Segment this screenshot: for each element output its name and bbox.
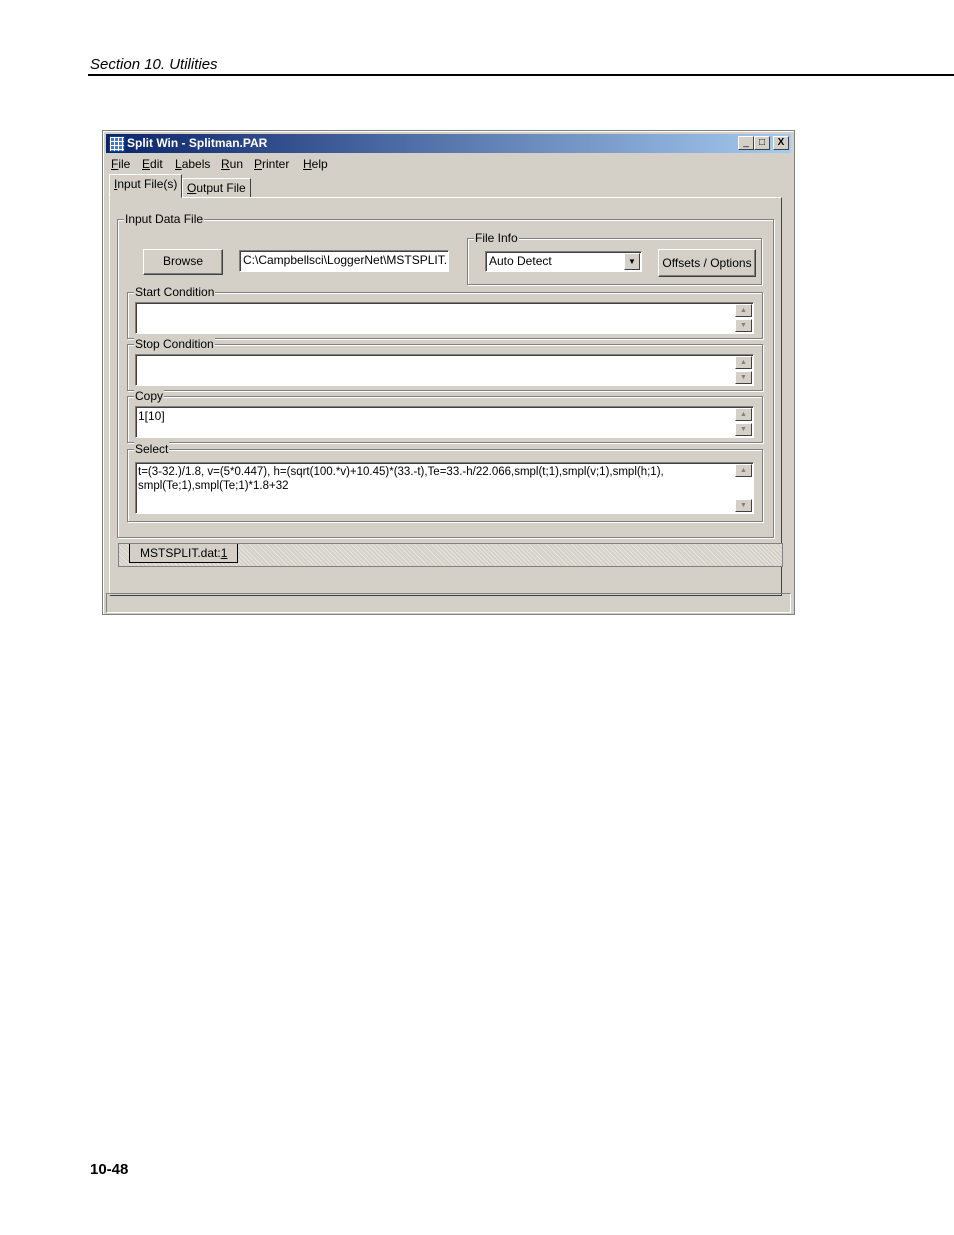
file-info-select[interactable]: Auto Detect ▼	[485, 251, 642, 272]
offsets-options-button[interactable]: Offsets / Options	[658, 249, 756, 277]
split-win-window: Split Win - Splitman.PAR _ □ X File Edit…	[102, 130, 795, 615]
select-line-2: smpl(Te;1),smpl(Te;1)*1.8+32	[138, 480, 289, 492]
menu-help[interactable]: Help	[303, 157, 328, 171]
scroll-down-icon[interactable]: ▼	[735, 371, 752, 384]
tab-output-file[interactable]: Output File	[182, 178, 251, 198]
select-label: Select	[134, 442, 170, 456]
start-condition-input[interactable]: ▲ ▼	[135, 302, 754, 334]
file-tab-mstsplit[interactable]: MSTSPLIT.dat:1	[129, 544, 239, 563]
select-group: Select t=(3-32.)/1.8, v=(5*0.447), h=(sq…	[127, 442, 763, 522]
input-files-page: Input Data File Browse C:\Campbellsci\Lo…	[109, 197, 782, 596]
file-info-group: File Info Auto Detect ▼ Offsets / Option…	[467, 231, 762, 285]
section-header: Section 10. Utilities	[90, 56, 218, 73]
dropdown-arrow-icon[interactable]: ▼	[624, 253, 640, 270]
scroll-up-icon[interactable]: ▲	[735, 304, 752, 317]
input-data-file-group: Input Data File Browse C:\Campbellsci\Lo…	[117, 212, 774, 538]
window-title: Split Win - Splitman.PAR	[127, 136, 268, 150]
scroll-up-icon[interactable]: ▲	[735, 356, 752, 369]
file-tab-strip: MSTSPLIT.dat:1	[118, 543, 783, 567]
menu-file[interactable]: File	[111, 157, 130, 171]
header-rule	[88, 74, 954, 76]
maximize-button[interactable]: □	[754, 136, 770, 150]
scroll-up-icon[interactable]: ▲	[735, 408, 752, 421]
stop-condition-group: Stop Condition ▲ ▼	[127, 337, 763, 391]
stop-condition-label: Stop Condition	[134, 337, 215, 351]
select-line-1: t=(3-32.)/1.8, v=(5*0.447), h=(sqrt(100.…	[138, 466, 664, 478]
scroll-down-icon[interactable]: ▼	[735, 319, 752, 332]
copy-group: Copy 1[10] ▲ ▼	[127, 389, 763, 443]
title-bar[interactable]: Split Win - Splitman.PAR _ □ X	[106, 134, 791, 153]
menu-printer[interactable]: Printer	[254, 157, 289, 171]
input-file-path-field[interactable]: C:\Campbellsci\LoggerNet\MSTSPLIT.	[239, 250, 449, 272]
copy-label: Copy	[134, 389, 165, 403]
page-number: 10-48	[90, 1161, 129, 1178]
scroll-down-icon[interactable]: ▼	[735, 499, 752, 512]
tab-input-files[interactable]: Input File(s)	[109, 174, 183, 198]
stop-condition-input[interactable]: ▲ ▼	[135, 354, 754, 386]
start-condition-group: Start Condition ▲ ▼	[127, 285, 763, 339]
file-info-label: File Info	[474, 231, 519, 245]
menu-edit[interactable]: Edit	[142, 157, 163, 171]
close-button[interactable]: X	[773, 136, 789, 150]
copy-input[interactable]: 1[10] ▲ ▼	[135, 406, 754, 438]
menu-run[interactable]: Run	[221, 157, 243, 171]
minimize-button[interactable]: _	[738, 136, 754, 150]
start-condition-label: Start Condition	[134, 285, 216, 299]
select-input[interactable]: t=(3-32.)/1.8, v=(5*0.447), h=(sqrt(100.…	[135, 462, 754, 514]
menu-labels[interactable]: Labels	[175, 157, 210, 171]
app-grid-icon	[109, 136, 125, 152]
status-bar	[106, 593, 791, 613]
scroll-up-icon[interactable]: ▲	[735, 464, 752, 477]
input-data-file-label: Input Data File	[124, 212, 205, 226]
scroll-down-icon[interactable]: ▼	[735, 423, 752, 436]
browse-button[interactable]: Browse	[143, 249, 223, 275]
